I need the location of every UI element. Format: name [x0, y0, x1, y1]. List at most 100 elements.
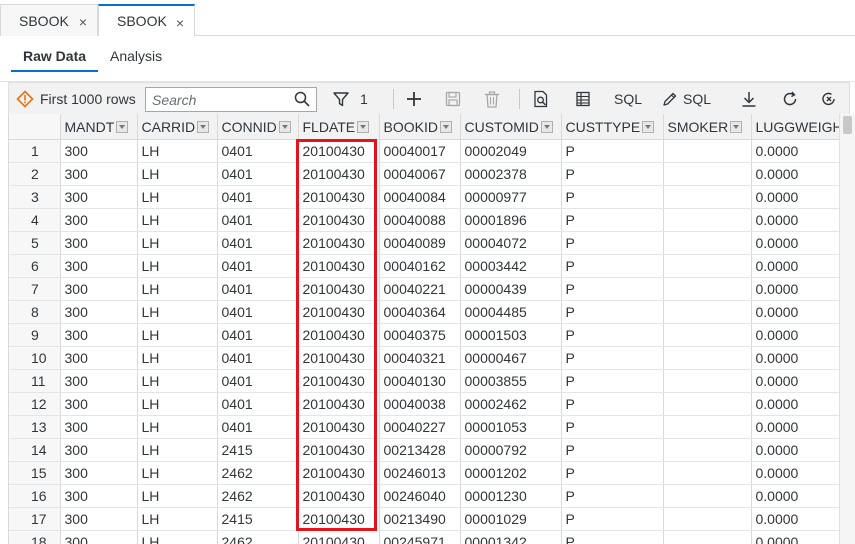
- table-cell[interactable]: LH: [137, 346, 218, 370]
- editor-tab-sbook-1[interactable]: SBOOK ×: [0, 4, 98, 36]
- table-cell[interactable]: 00002049: [460, 139, 562, 163]
- table-cell[interactable]: 2462: [217, 530, 299, 544]
- column-filter-icon[interactable]: [278, 120, 291, 133]
- table-cell[interactable]: 20100430: [298, 415, 380, 439]
- table-cell[interactable]: 300: [60, 254, 138, 278]
- table-cell[interactable]: [663, 369, 752, 393]
- table-row[interactable]: 8 300 LH 0401 20100430 00040364 00004485 P 0.000…: [9, 300, 839, 324]
- table-row[interactable]: 12 300 LH 0401 20100430 00040038 00002462 P 0.00…: [9, 392, 839, 416]
- column-filter-icon[interactable]: [642, 120, 655, 133]
- table-cell[interactable]: P: [561, 530, 664, 544]
- table-cell[interactable]: 20100430: [298, 185, 380, 209]
- table-cell[interactable]: LH: [137, 277, 218, 301]
- table-row[interactable]: 5 300 LH 0401 20100430 00040089 00004072 P 0.000…: [9, 231, 839, 255]
- table-cell[interactable]: 0.0000: [751, 254, 839, 278]
- table-cell[interactable]: P: [561, 254, 664, 278]
- table-cell[interactable]: 20100430: [298, 346, 380, 370]
- table-cell[interactable]: 20100430: [298, 323, 380, 347]
- table-cell[interactable]: 20100430: [298, 139, 380, 163]
- save-icon[interactable]: [445, 83, 461, 115]
- table-cell[interactable]: [663, 185, 752, 209]
- table-cell[interactable]: 00040089: [379, 231, 461, 255]
- search-field[interactable]: [145, 87, 317, 112]
- table-row[interactable]: 15 300 LH 2462 20100430 00246013 00001202 P 0.00…: [9, 461, 839, 485]
- table-cell[interactable]: 20100430: [298, 300, 380, 324]
- table-cell[interactable]: 0401: [217, 231, 299, 255]
- table-row[interactable]: 6 300 LH 0401 20100430 00040162 00003442 P 0.000…: [9, 254, 839, 278]
- table-cell[interactable]: 2462: [217, 461, 299, 485]
- table-cell[interactable]: 2415: [217, 507, 299, 531]
- table-cell[interactable]: 00001342: [460, 530, 562, 544]
- table-cell[interactable]: P: [561, 139, 664, 163]
- table-cell[interactable]: 0.0000: [751, 139, 839, 163]
- table-cell[interactable]: [663, 438, 752, 462]
- table-cell[interactable]: P: [561, 346, 664, 370]
- table-cell[interactable]: [663, 208, 752, 232]
- table-cell[interactable]: [663, 231, 752, 255]
- table-cell[interactable]: 00040088: [379, 208, 461, 232]
- column-filter-icon[interactable]: [439, 120, 452, 133]
- table-row[interactable]: 1 300 LH 0401 20100430 00040017 00002049 P 0.000…: [9, 139, 839, 163]
- column-header-custtype[interactable]: CUSTTYPE: [561, 114, 664, 140]
- table-cell[interactable]: LH: [137, 254, 218, 278]
- column-header-smoker[interactable]: SMOKER: [663, 114, 752, 140]
- table-cell[interactable]: P: [561, 369, 664, 393]
- table-cell[interactable]: 0.0000: [751, 208, 839, 232]
- table-row[interactable]: 3 300 LH 0401 20100430 00040084 00000977 P 0.000…: [9, 185, 839, 209]
- preview-document-icon[interactable]: [533, 83, 549, 115]
- table-cell[interactable]: P: [561, 484, 664, 508]
- table-cell[interactable]: 0.0000: [751, 300, 839, 324]
- table-cell[interactable]: P: [561, 277, 664, 301]
- table-cell[interactable]: [663, 484, 752, 508]
- table-cell[interactable]: 20100430: [298, 162, 380, 186]
- table-cell[interactable]: LH: [137, 484, 218, 508]
- table-cell[interactable]: 2415: [217, 438, 299, 462]
- table-cell[interactable]: 00040130: [379, 369, 461, 393]
- filter-icon[interactable]: [332, 83, 350, 115]
- download-icon[interactable]: [740, 83, 758, 115]
- table-cell[interactable]: 00040038: [379, 392, 461, 416]
- table-cell[interactable]: LH: [137, 162, 218, 186]
- column-filter-icon[interactable]: [197, 120, 210, 133]
- table-cell[interactable]: 0.0000: [751, 484, 839, 508]
- search-icon[interactable]: [294, 91, 310, 110]
- scrollbar-thumb[interactable]: [843, 116, 852, 134]
- column-filter-icon[interactable]: [116, 120, 129, 133]
- table-row[interactable]: 13 300 LH 0401 20100430 00040227 00001053 P 0.00…: [9, 415, 839, 439]
- table-cell[interactable]: 0401: [217, 300, 299, 324]
- table-row[interactable]: 17 300 LH 2415 20100430 00213490 00001029 P 0.00…: [9, 507, 839, 531]
- table-cell[interactable]: 0.0000: [751, 185, 839, 209]
- columns-icon[interactable]: [575, 83, 591, 115]
- table-cell[interactable]: 00004072: [460, 231, 562, 255]
- table-cell[interactable]: 300: [60, 507, 138, 531]
- table-cell[interactable]: 00245971: [379, 530, 461, 544]
- table-cell[interactable]: 300: [60, 323, 138, 347]
- table-cell[interactable]: P: [561, 461, 664, 485]
- table-cell[interactable]: 00000792: [460, 438, 562, 462]
- table-cell[interactable]: 00003442: [460, 254, 562, 278]
- table-cell[interactable]: [663, 323, 752, 347]
- sql-button[interactable]: SQL: [614, 83, 642, 115]
- table-cell[interactable]: 00001503: [460, 323, 562, 347]
- table-cell[interactable]: [663, 461, 752, 485]
- table-cell[interactable]: 00003855: [460, 369, 562, 393]
- table-cell[interactable]: [663, 254, 752, 278]
- table-cell[interactable]: 0.0000: [751, 507, 839, 531]
- table-cell[interactable]: 300: [60, 277, 138, 301]
- column-filter-icon[interactable]: [730, 120, 743, 133]
- table-cell[interactable]: 0.0000: [751, 438, 839, 462]
- table-cell[interactable]: 00040375: [379, 323, 461, 347]
- table-cell[interactable]: 0.0000: [751, 277, 839, 301]
- table-cell[interactable]: 0401: [217, 323, 299, 347]
- table-cell[interactable]: 0401: [217, 139, 299, 163]
- table-cell[interactable]: 0.0000: [751, 415, 839, 439]
- table-cell[interactable]: 00246040: [379, 484, 461, 508]
- table-cell[interactable]: 00213428: [379, 438, 461, 462]
- table-cell[interactable]: 0401: [217, 162, 299, 186]
- table-cell[interactable]: 00040321: [379, 346, 461, 370]
- table-cell[interactable]: 0.0000: [751, 392, 839, 416]
- table-cell[interactable]: 300: [60, 415, 138, 439]
- table-cell[interactable]: 20100430: [298, 484, 380, 508]
- table-cell[interactable]: 300: [60, 139, 138, 163]
- table-cell[interactable]: P: [561, 162, 664, 186]
